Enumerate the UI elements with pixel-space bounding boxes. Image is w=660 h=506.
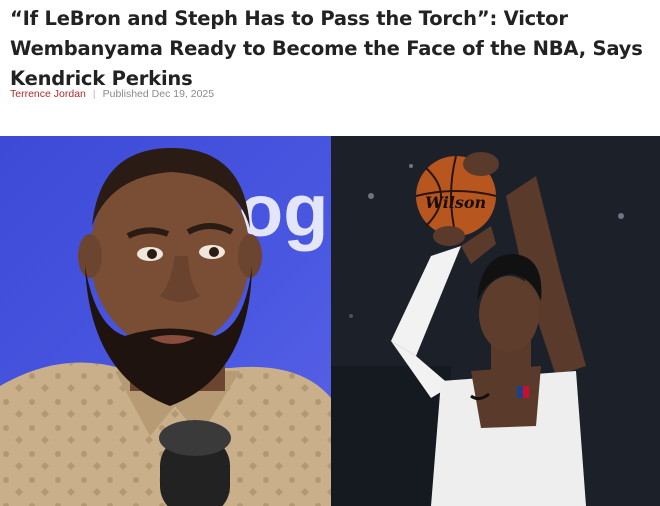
- publish-date: Published Dec 19, 2025: [102, 88, 215, 100]
- author-link[interactable]: Terrence Jordan: [10, 88, 86, 100]
- basketball-brand-text: Wilson: [425, 193, 486, 212]
- article: “If LeBron and Steph Has to Pass the Tor…: [0, 0, 660, 506]
- hero-photo-left: ogl: [0, 136, 331, 506]
- player-shooting-illustration: Wilson: [331, 136, 660, 506]
- byline-separator: |: [92, 88, 96, 100]
- hero-photo-right: Wilson: [331, 136, 660, 506]
- byline: Terrence Jordan | Published Dec 19, 2025: [10, 88, 214, 100]
- article-headline: “If LeBron and Steph Has to Pass the Tor…: [10, 7, 643, 90]
- hero-image: ogl: [0, 136, 660, 506]
- player-portrait-illustration: ogl: [0, 147, 331, 506]
